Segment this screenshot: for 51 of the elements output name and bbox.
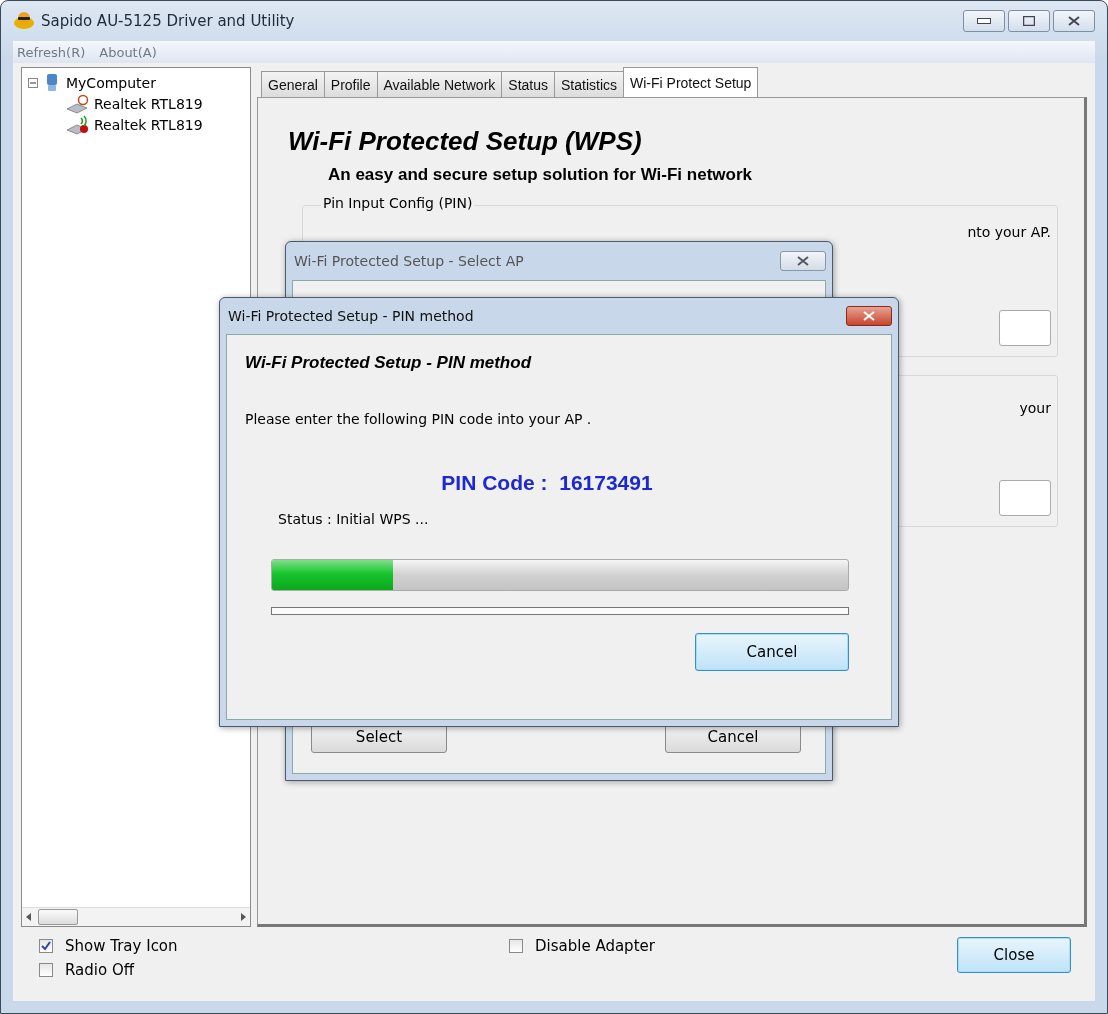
tree-item[interactable]: Realtek RTL819	[94, 95, 203, 112]
cancel-button[interactable]: Cancel	[695, 633, 849, 671]
checkbox-label: Disable Adapter	[535, 937, 655, 955]
tab[interactable]: Wi-Fi Protect Setup	[623, 67, 759, 97]
maximize-button[interactable]	[1008, 10, 1050, 32]
dialog-title: Wi-Fi Protected Setup - Select AP	[294, 253, 524, 269]
adapter-signal-icon	[66, 114, 90, 135]
menu-item[interactable]: About(A)	[99, 44, 157, 60]
tab[interactable]: Statistics	[554, 71, 624, 97]
checkbox-label: Show Tray Icon	[65, 937, 178, 955]
close-button[interactable]	[846, 306, 892, 326]
section-subtitle: An easy and secure setup solution for Wi-Fi network	[328, 165, 753, 185]
checkbox[interactable]	[509, 939, 523, 953]
scroll-right-icon[interactable]	[240, 913, 246, 921]
pin-code: PIN Code : 16173491	[440, 471, 654, 495]
horizontal-scrollbar[interactable]	[22, 907, 250, 926]
tab[interactable]: General	[261, 71, 325, 97]
tab[interactable]: Status	[501, 71, 555, 97]
close-icon	[863, 311, 875, 321]
close-button[interactable]	[1053, 10, 1095, 32]
menu-item[interactable]: Refresh(R)	[17, 44, 86, 60]
checkbox[interactable]	[39, 939, 53, 953]
close-icon	[797, 256, 809, 266]
tree-item[interactable]: MyComputer	[66, 74, 156, 91]
minimize-icon	[977, 18, 991, 24]
group-text: your	[1019, 400, 1051, 416]
section-title: Wi-Fi Protected Setup (WPS)	[288, 126, 643, 157]
scroll-thumb[interactable]	[38, 909, 78, 925]
tab[interactable]: Available Network	[376, 71, 503, 97]
checkbox-label: Radio Off	[65, 961, 135, 979]
group-text: nto your AP.	[967, 224, 1051, 240]
input-field[interactable]	[999, 310, 1051, 346]
close-button[interactable]: Close	[957, 937, 1071, 973]
close-icon	[1068, 16, 1080, 26]
app-logo-icon	[13, 11, 35, 31]
instruction-text: Please enter the following PIN code into your AP .	[245, 411, 593, 427]
window-title: Sapido AU-5125 Driver and Utility	[41, 12, 296, 30]
collapse-icon[interactable]	[28, 77, 38, 88]
group-legend: Pin Input Config (PIN)	[321, 195, 475, 211]
maximize-icon	[1023, 16, 1035, 26]
scroll-left-icon[interactable]	[26, 913, 32, 921]
close-button[interactable]	[780, 251, 826, 271]
checkbox[interactable]	[39, 963, 53, 977]
status-text: Status : Initial WPS ...	[278, 511, 430, 527]
input-field[interactable]	[999, 480, 1051, 516]
dialog-title: Wi-Fi Protected Setup - PIN method	[228, 308, 474, 324]
tree-item[interactable]: Realtek RTL819	[94, 116, 203, 133]
minimize-button[interactable]	[963, 10, 1005, 32]
dialog-heading: Wi-Fi Protected Setup - PIN method	[245, 353, 533, 373]
adapter-icon	[66, 93, 90, 114]
tab[interactable]: Profile	[323, 71, 378, 97]
